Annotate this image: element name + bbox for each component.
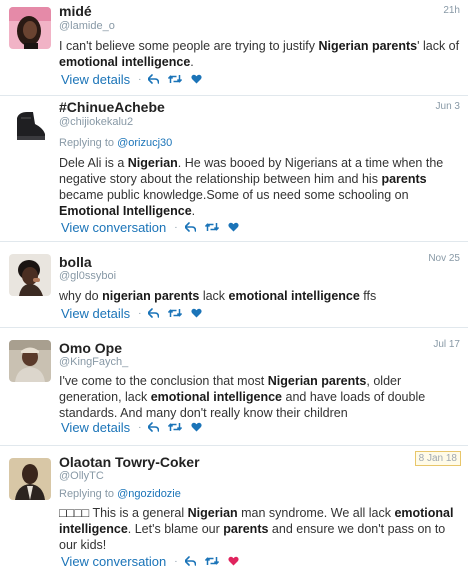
text-segment: . — [190, 55, 194, 69]
text-segment: . — [191, 204, 196, 218]
display-name[interactable]: Olaotan Towry-Coker — [59, 454, 200, 470]
tweet-actions: View details · — [61, 419, 211, 435]
timestamp[interactable]: Nov 25 — [428, 253, 460, 264]
view-details-link[interactable]: View details — [61, 72, 130, 87]
display-name[interactable]: midé — [59, 3, 92, 19]
tweet-item: midé 21h @lamide_o I can't believe some … — [0, 0, 468, 96]
replying-to-label: Replying to — [59, 137, 115, 149]
avatar[interactable] — [9, 458, 51, 500]
tweet-item: bolla Nov 25 @gl0ssyboi why do nigerian … — [0, 242, 468, 328]
replying-to-handle[interactable]: @orizucj30 — [117, 137, 172, 149]
text-segment: ffs — [359, 289, 377, 303]
highlighted-keyword: Nigerian — [127, 156, 178, 170]
highlighted-keyword: emotional intelligence — [150, 390, 283, 404]
highlighted-keyword: Nigerian parents — [267, 374, 367, 388]
reply-icon[interactable] — [148, 74, 160, 84]
highlighted-keyword: emotional intelligence — [228, 289, 360, 303]
reply-icon[interactable] — [148, 422, 160, 432]
tweet-text: □□□□ This is a general Nigerian man synd… — [59, 505, 460, 553]
retweet-icon[interactable] — [204, 556, 219, 566]
highlighted-keyword: Nigerian — [187, 506, 238, 520]
display-name[interactable]: bolla — [59, 254, 92, 270]
display-name[interactable]: Omo Ope — [59, 340, 122, 356]
text-segment: I can't believe some people are trying t… — [59, 39, 319, 53]
separator-dot: · — [174, 555, 178, 567]
view-conversation-link[interactable]: View conversation — [61, 554, 166, 567]
tweet-item: #ChinueAchebe Jun 3 @chijiokekalu2 Reply… — [0, 96, 468, 242]
tweet-actions: View conversation · — [61, 219, 248, 235]
display-name[interactable]: #ChinueAchebe — [59, 99, 165, 115]
avatar[interactable] — [9, 340, 51, 382]
tweet-text: I can't believe some people are trying t… — [59, 38, 460, 70]
highlighted-keyword: parents — [223, 522, 269, 536]
separator-dot: · — [138, 307, 142, 319]
text-segment: became public knowledge.Some of us need … — [59, 188, 409, 202]
retweet-icon[interactable] — [168, 422, 183, 432]
tweet-text: Dele Ali is a Nigerian. He was booed by … — [59, 155, 460, 219]
tweet-item: Omo Ope Jul 17 @KingFaych_ I've come to … — [0, 328, 468, 446]
text-segment: man syndrome. We all lack — [237, 506, 395, 520]
timestamp[interactable]: Jun 3 — [436, 101, 460, 112]
user-handle[interactable]: @gl0ssyboi — [59, 270, 116, 282]
user-handle[interactable]: @lamide_o — [59, 20, 115, 32]
user-handle[interactable]: @OllyTC — [59, 470, 104, 482]
tweet-text: why do nigerian parents lack emotional i… — [59, 288, 460, 304]
highlighted-keyword: nigerian parents — [102, 289, 200, 303]
highlighted-keyword: parents — [381, 172, 427, 186]
replying-to-handle[interactable]: @ngozidozie — [117, 488, 181, 500]
user-handle[interactable]: @chijiokekalu2 — [59, 116, 133, 128]
text-segment: ' lack of — [417, 39, 460, 53]
view-conversation-link[interactable]: View conversation — [61, 220, 166, 235]
avatar[interactable] — [9, 254, 51, 296]
retweet-icon[interactable] — [204, 222, 219, 232]
reply-icon[interactable] — [184, 222, 196, 232]
text-segment: why do — [59, 289, 103, 303]
replying-to: Replying to @orizucj30 — [59, 137, 172, 149]
tweet-actions: View details · — [61, 305, 211, 321]
separator-dot: · — [174, 221, 178, 233]
retweet-icon[interactable] — [168, 74, 183, 84]
text-segment: lack — [199, 289, 229, 303]
highlighted-keyword: Nigerian parents — [318, 39, 418, 53]
highlighted-keyword: Emotional Intelligence — [59, 204, 192, 218]
text-segment: Dele Ali is a — [59, 156, 128, 170]
replying-to: Replying to @ngozidozie — [59, 488, 181, 500]
timestamp[interactable]: 8 Jan 18 — [414, 451, 461, 466]
heart-icon[interactable] — [191, 74, 203, 84]
tweet-actions: View details · — [61, 71, 211, 87]
avatar[interactable] — [9, 104, 51, 146]
user-handle[interactable]: @KingFaych_ — [59, 356, 128, 368]
heart-icon[interactable] — [228, 222, 239, 232]
reply-icon[interactable] — [148, 308, 160, 318]
text-segment: □□□□ This is a general — [59, 506, 188, 520]
separator-dot: · — [138, 421, 142, 433]
separator-dot: · — [138, 73, 142, 85]
heart-icon[interactable] — [228, 556, 239, 566]
timestamp[interactable]: 21h — [443, 5, 460, 16]
tweet-feed: midé 21h @lamide_o I can't believe some … — [0, 0, 468, 567]
reply-icon[interactable] — [184, 556, 196, 566]
text-segment: I've come to the conclusion that most — [59, 374, 268, 388]
tweet-text: I've come to the conclusion that most Ni… — [59, 373, 460, 421]
avatar[interactable] — [9, 7, 51, 49]
heart-icon[interactable] — [191, 308, 203, 318]
view-details-link[interactable]: View details — [61, 420, 130, 435]
tweet-actions: View conversation · — [61, 553, 248, 567]
text-segment: . Let's blame our — [127, 522, 224, 536]
heart-icon[interactable] — [191, 422, 203, 432]
retweet-icon[interactable] — [168, 308, 183, 318]
tweet-item: Olaotan Towry-Coker 8 Jan 18 @OllyTC Rep… — [0, 446, 468, 567]
timestamp[interactable]: Jul 17 — [433, 339, 460, 350]
view-details-link[interactable]: View details — [61, 306, 130, 321]
replying-to-label: Replying to — [59, 488, 115, 500]
highlighted-keyword: emotional intelligence — [59, 55, 191, 69]
